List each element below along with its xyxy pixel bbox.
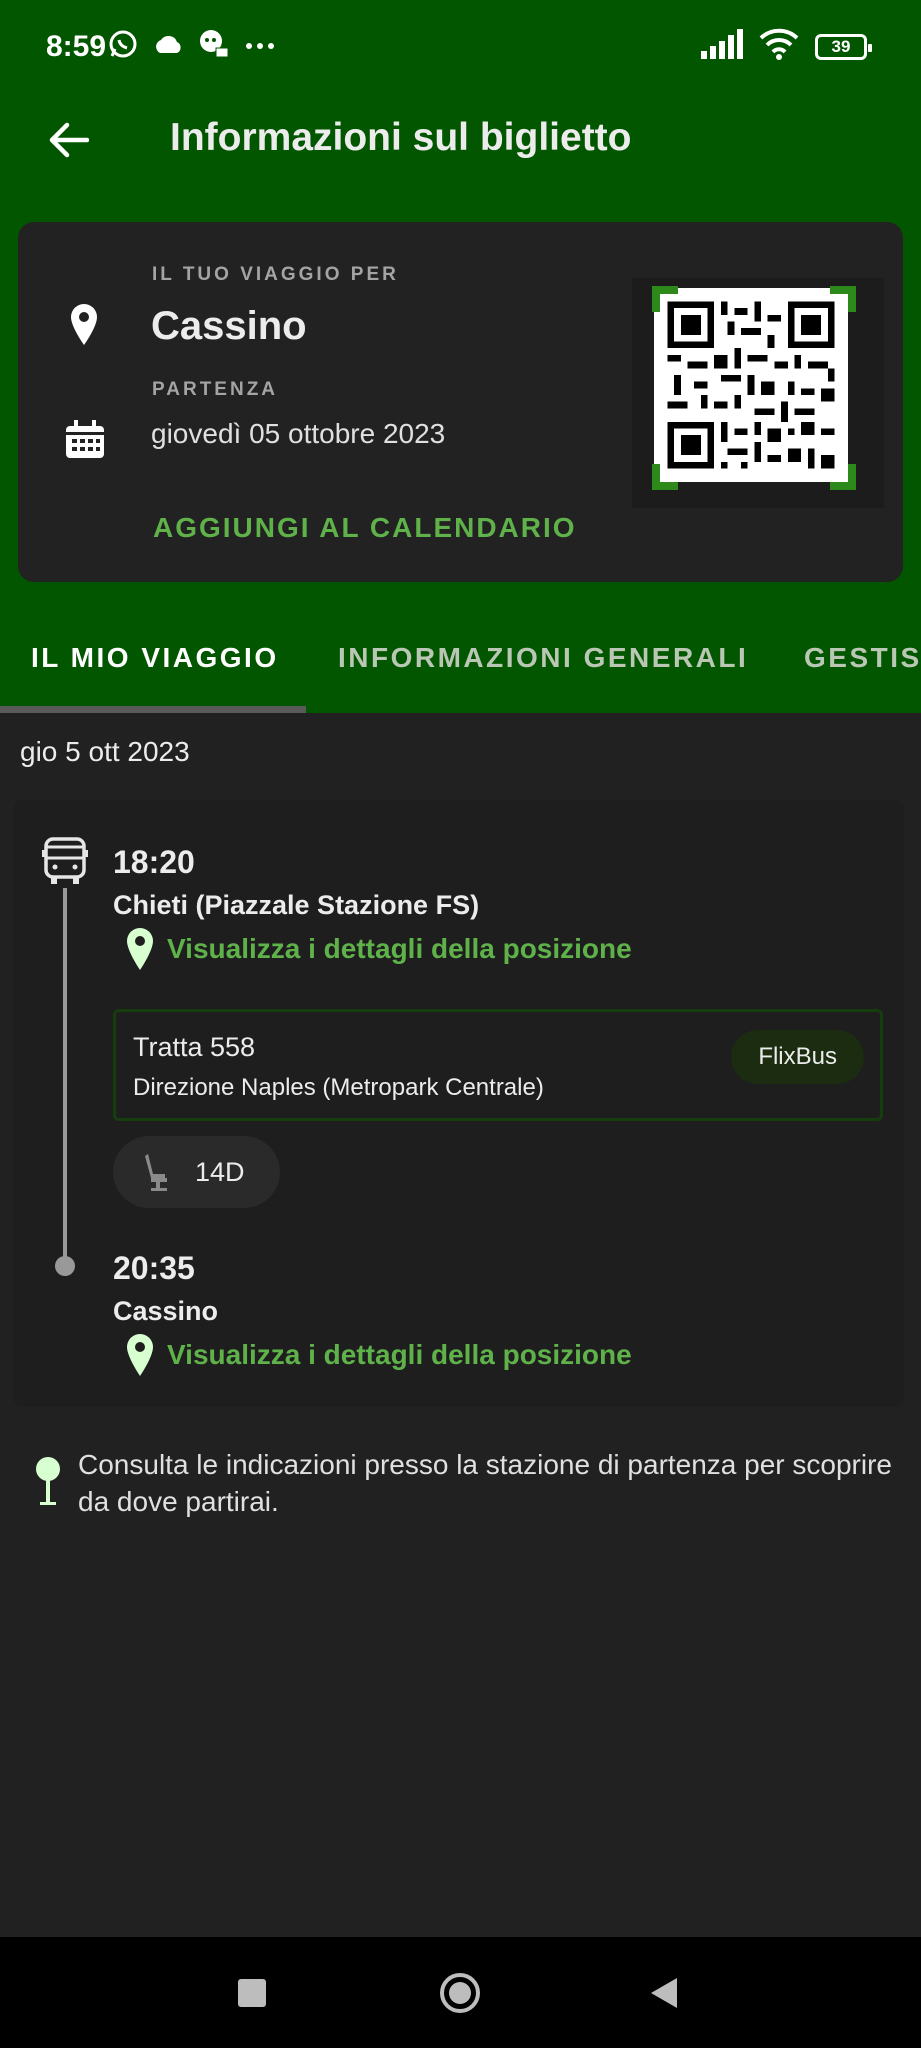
qr-code-image: [654, 288, 848, 482]
location-pin-icon: [127, 1334, 153, 1376]
ticket-card: IL TUO VIAGGIO PER Cassino PARTENZA giov…: [18, 222, 903, 582]
app-bar: Informazioni sul biglietto: [0, 92, 921, 196]
departure-hint: Consulta le indicazioni presso la stazio…: [78, 1449, 892, 1517]
tab-manage[interactable]: GESTIS: [804, 642, 921, 674]
departure-date: giovedì 05 ottobre 2023: [151, 418, 446, 449]
destination: Cassino: [151, 304, 307, 348]
battery-icon: 39: [815, 33, 872, 60]
circle-icon: [440, 1972, 480, 2013]
trip-date: gio 5 ott 2023: [20, 736, 190, 767]
bus-icon: [42, 836, 88, 891]
whatsapp-icon: [108, 29, 138, 64]
wifi-icon: [759, 28, 799, 65]
triangle-back-icon: [651, 1977, 677, 2008]
more-icon: [244, 38, 276, 56]
operator-badge: FlixBus: [731, 1030, 864, 1084]
qr-corner: [830, 464, 856, 490]
location-pin-icon: [68, 302, 100, 353]
home-button[interactable]: [410, 1937, 510, 2048]
seat-icon: [145, 1154, 167, 1191]
status-time: 8:59: [46, 30, 107, 63]
square-icon: [238, 1978, 266, 2007]
location-pin-icon: [127, 928, 153, 970]
trip-label: IL TUO VIAGGIO PER: [152, 264, 399, 285]
qr-corner: [652, 464, 678, 490]
qr-corner: [830, 286, 856, 312]
timeline-dot: [55, 1256, 75, 1276]
tab-bar: IL MIO VIAGGIO INFORMAZIONI GENERALI GES…: [0, 620, 921, 713]
system-nav-bar: [0, 1937, 921, 2048]
add-to-calendar-button[interactable]: AGGIUNGI AL CALENDARIO: [153, 512, 577, 544]
route-info: Tratta 558 Direzione Naples (Metropark C…: [113, 1009, 883, 1121]
seat-chip: 14D: [113, 1136, 280, 1208]
departure-stop: Chieti (Piazzale Stazione FS): [113, 890, 480, 920]
status-bar: 8:59 39: [0, 0, 921, 92]
back-button[interactable]: [40, 112, 96, 168]
back-nav-button[interactable]: [614, 1937, 714, 2048]
arrival-stop: Cassino: [113, 1296, 219, 1326]
departure-time: 18:20: [113, 844, 195, 880]
cloud-icon: [152, 33, 184, 60]
arrival-time: 20:35: [113, 1250, 195, 1286]
route-direction: Direzione Naples (Metropark Centrale): [133, 1074, 544, 1101]
signal-icon: [701, 29, 743, 64]
page-title: Informazioni sul biglietto: [170, 116, 632, 159]
arrival-location-link[interactable]: Visualizza i dettagli della posizione: [125, 1332, 632, 1378]
tab-my-trip[interactable]: IL MIO VIAGGIO: [31, 642, 279, 674]
tab-general-info[interactable]: INFORMAZIONI GENERALI: [338, 642, 748, 674]
arrow-left-icon: [49, 122, 89, 158]
notification-app-icon: [198, 28, 230, 65]
location-link-label: Visualizza i dettagli della posizione: [167, 1339, 632, 1370]
calendar-icon: [64, 420, 106, 465]
seat-number: 14D: [195, 1156, 245, 1187]
route-name: Tratta 558: [133, 1032, 256, 1062]
timeline-line: [63, 888, 67, 1268]
qr-code[interactable]: [632, 278, 884, 508]
departure-label: PARTENZA: [152, 379, 279, 400]
qr-corner: [652, 286, 678, 312]
departure-location-link[interactable]: Visualizza i dettagli della posizione: [125, 926, 632, 972]
stop-sign-icon: [34, 1456, 62, 1513]
recents-button[interactable]: [202, 1937, 302, 2048]
tab-indicator: [0, 706, 306, 713]
location-link-label: Visualizza i dettagli della posizione: [167, 933, 632, 964]
